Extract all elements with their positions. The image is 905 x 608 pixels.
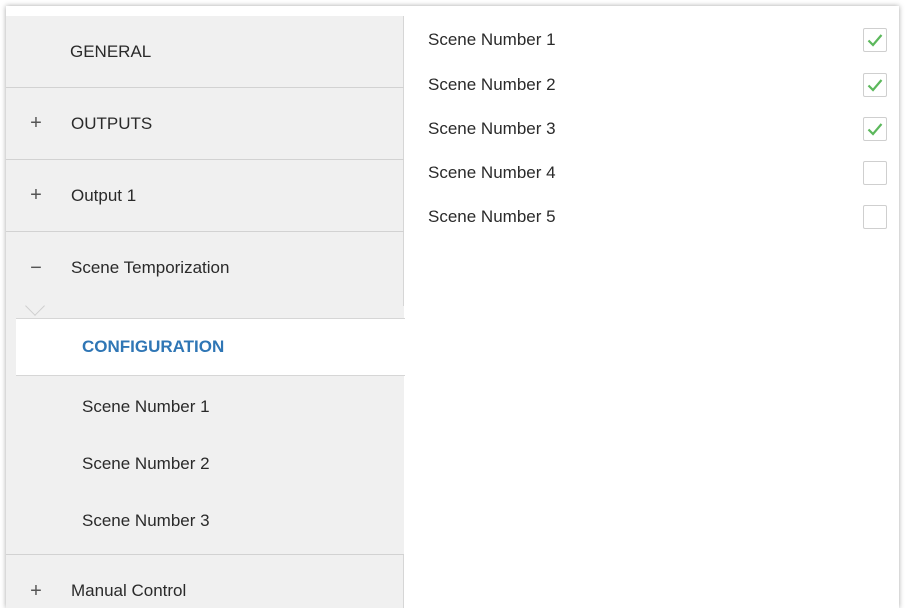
scene-3-checkbox[interactable] <box>863 117 887 141</box>
sidebar-item-label: Manual Control <box>71 581 187 600</box>
scene-2-checkbox[interactable] <box>863 73 887 97</box>
sidebar-subitem-label: Scene Number 2 <box>82 453 210 473</box>
sidebar-subitem-scene-number-2[interactable]: Scene Number 2 <box>16 435 404 492</box>
scene-row: Scene Number 5 <box>404 195 899 239</box>
scene-row: Scene Number 2 <box>404 63 899 107</box>
sidebar-subgroup: CONFIGURATION Scene Number 1 Scene Numbe… <box>6 306 405 555</box>
scene-5-checkbox[interactable] <box>863 205 887 229</box>
sidebar-item-label: GENERAL <box>70 41 152 61</box>
sidebar-subitem-label: CONFIGURATION <box>82 337 225 356</box>
parameters-window: GENERAL + OUTPUTS + Output 1 − Scene Tem… <box>6 6 899 608</box>
scene-row-label: Scene Number 5 <box>428 207 556 226</box>
checkmark-icon <box>867 79 883 92</box>
scene-row-label: Scene Number 2 <box>428 75 556 94</box>
plus-icon[interactable]: + <box>23 112 49 135</box>
sidebar-item-label: OUTPUTS <box>71 113 153 133</box>
checkmark-icon <box>867 34 883 47</box>
minus-icon[interactable]: − <box>23 257 49 280</box>
sidebar-item-outputs[interactable]: + OUTPUTS <box>6 88 404 160</box>
checkmark-icon <box>867 123 883 136</box>
sidebar-subitem-configuration[interactable]: CONFIGURATION <box>16 318 405 376</box>
configuration-panel: Scene Number 1 Scene Number 2 Scene Numb… <box>404 6 899 608</box>
scene-row-label: Scene Number 3 <box>428 119 556 138</box>
scene-row-label: Scene Number 4 <box>428 163 556 182</box>
sidebar-item-general[interactable]: GENERAL <box>6 16 404 88</box>
sidebar-subitem-label: Scene Number 1 <box>82 396 210 416</box>
scene-row-label: Scene Number 1 <box>428 30 556 49</box>
sidebar-item-label: Output 1 <box>71 185 137 205</box>
sidebar-item-manual-control[interactable]: + Manual Control <box>6 555 404 608</box>
sidebar-subitem-label: Scene Number 3 <box>82 510 210 530</box>
scene-row: Scene Number 4 <box>404 151 899 195</box>
sidebar-item-label: Scene Temporization <box>71 258 230 277</box>
scene-4-checkbox[interactable] <box>863 161 887 185</box>
scene-row: Scene Number 3 <box>404 107 899 151</box>
scene-1-checkbox[interactable] <box>863 28 887 52</box>
sidebar-item-output-1[interactable]: + Output 1 <box>6 160 404 232</box>
sidebar-subitem-scene-number-3[interactable]: Scene Number 3 <box>16 492 404 549</box>
scene-row: Scene Number 1 <box>404 18 899 62</box>
plus-icon[interactable]: + <box>23 184 49 207</box>
sidebar-subitem-scene-number-1[interactable]: Scene Number 1 <box>16 378 404 435</box>
sidebar: GENERAL + OUTPUTS + Output 1 − Scene Tem… <box>6 16 405 608</box>
plus-icon[interactable]: + <box>23 580 49 603</box>
sidebar-item-scene-temporization[interactable]: − Scene Temporization <box>6 232 404 304</box>
